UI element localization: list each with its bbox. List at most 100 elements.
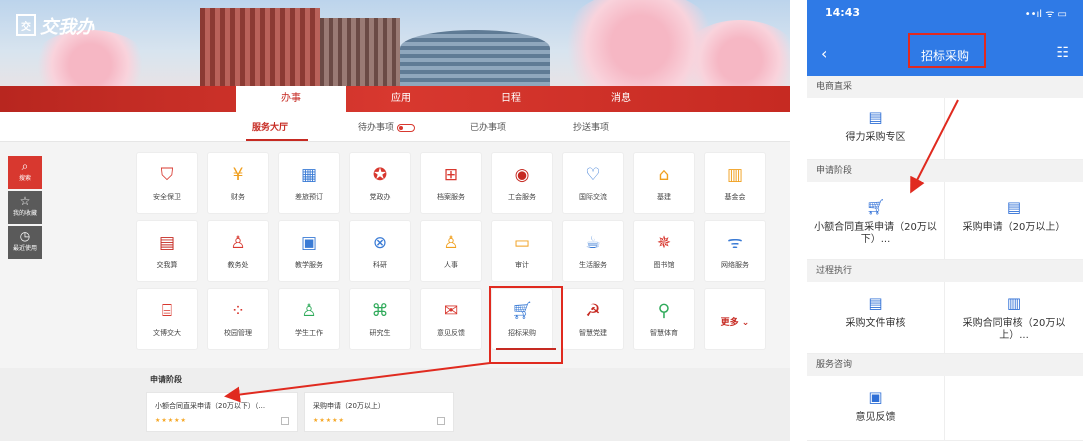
atom-icon: ⊗ [372,233,388,253]
tile-label: 校园管理 [224,329,252,337]
search-icon: ⌕ [21,159,29,173]
sidebar-search-button[interactable]: ⌕ 搜索 [8,156,42,189]
service-tile[interactable]: ☕ 生活服务 [562,220,624,282]
item-label: 采购合同审核（20万以上）... [962,318,1066,341]
tab-ban-shi[interactable]: 办事 [236,86,346,112]
card-procurement-request[interactable]: 采购申请（20万以上） ★★★★★ [304,392,454,432]
tile-label: 教务处 [227,261,249,269]
handshake-icon: ♡ [585,165,601,185]
more-button[interactable]: 更多 ⌄ [704,288,766,350]
tile-label: 学生工作 [295,329,323,337]
favorite-icon[interactable] [281,417,289,425]
tab-xiao-xi[interactable]: 消息 [566,86,676,112]
card-small-contract[interactable]: 小额合同直采申请（20万以下）（... ★★★★★ [146,392,298,432]
service-tile[interactable]: ᯤ 网络服务 [704,220,766,282]
mobile-screen: 14:43 ••ıl ᯤ ▭ ‹ 招标采购 ☷ 电商直采 ▤ 得力采购专区 申请… [807,0,1083,441]
tile-label: 工会服务 [508,193,536,201]
service-tile[interactable]: ⊞ 档案服务 [420,152,482,214]
service-tile[interactable]: ⛉ 安全保卫 [136,152,198,214]
section-header: 申请阶段 [807,160,1083,182]
tile-label: 安全保卫 [153,193,181,201]
service-tile[interactable]: ▦ 差旅预订 [278,152,340,214]
tab-ri-cheng[interactable]: 日程 [456,86,566,112]
sidebar-recent-button[interactable]: ◷ 最近使用 [8,226,42,259]
service-tile[interactable]: ♙ 人事 [420,220,482,282]
item-procurement-request[interactable]: ▤ 采购申请（20万以上） [945,182,1083,260]
tab-ying-yong[interactable]: 应用 [346,86,456,112]
item-label: 意见反馈 [855,412,896,423]
subtab-done[interactable]: 已办事项 [470,120,506,133]
service-tile[interactable]: ⁘ 校园管理 [207,288,269,350]
service-tile[interactable]: ⌂ 基建 [633,152,695,214]
service-tile[interactable]: ▥ 基金会 [704,152,766,214]
logo-icon: 交 [16,14,36,36]
service-tile[interactable]: ✪ 党政办 [349,152,411,214]
service-tile[interactable]: ⊗ 科研 [349,220,411,282]
grid-icon: ⁘ [230,301,246,321]
item-label: 得力采购专区 [845,132,906,143]
yen-icon: ¥ [232,165,244,185]
service-tile[interactable]: ▣ 教学服务 [278,220,340,282]
service-tile[interactable]: ⌘ 研究生 [349,288,411,350]
banner-building [400,30,550,86]
empty-cell [945,376,1083,441]
grid-menu-icon[interactable]: ☷ [1056,45,1069,61]
store-icon: ▤ [868,108,883,126]
graduation-cap-icon: ⌘ [371,301,389,321]
service-tile[interactable]: ▤ 交我算 [136,220,198,282]
tile-label: 网络服务 [721,261,749,269]
web-portal: 交 交我办 办事 应用 日程 消息 服务大厅 待办事项 已办事项 抄送事项 ⌕ … [0,0,790,441]
service-tile[interactable]: ◉ 工会服务 [491,152,553,214]
subtab-cc[interactable]: 抄送事项 [573,120,609,133]
item-deli-procurement[interactable]: ▤ 得力采购专区 [807,98,945,160]
clock-icon: ◷ [19,229,31,243]
teacher-icon: ♙ [230,233,246,253]
subtab-service-hall[interactable]: 服务大厅 [252,120,288,133]
sidebar-label: 我的收藏 [12,210,37,217]
banner-building [320,18,400,86]
logo-text: 交我办 [40,17,94,38]
book-icon: ▣ [300,233,318,253]
tile-label: 智慧体育 [650,329,678,337]
tile-label: 国际交流 [579,193,607,201]
item-feedback[interactable]: ▣ 意见反馈 [807,376,945,441]
calendar-icon: ▦ [300,165,318,185]
service-tile[interactable]: ¥ 财务 [207,152,269,214]
star-icon: ☆ [19,194,31,208]
sidebar-favorites-button[interactable]: ☆ 我的收藏 [8,191,42,224]
favorite-icon[interactable] [437,417,445,425]
service-tile[interactable]: ☭ 智慧党建 [562,288,624,350]
tile-label: 图书馆 [653,261,675,269]
tile-label: 基建 [657,193,671,201]
active-underline [246,139,308,141]
sub-nav: 服务大厅 待办事项 已办事项 抄送事项 [0,112,790,142]
item-label: 采购文件审核 [845,318,906,329]
tile-label: 科研 [373,261,387,269]
archive-icon: ⊞ [443,165,459,185]
item-contract-review[interactable]: ▥ 采购合同审核（20万以上）... [945,282,1083,354]
subtab-todo[interactable]: 待办事项 [358,120,416,133]
section-header: 电商直采 [807,76,1083,98]
tile-label: 党政办 [369,193,391,201]
item-small-contract[interactable]: 🛒︎ 小额合同直采申请（20万以下）... [807,182,945,260]
service-tile[interactable]: ♙ 教务处 [207,220,269,282]
service-tile[interactable]: ✵ 图书馆 [633,220,695,282]
service-tile[interactable]: ⚲ 智慧体育 [633,288,695,350]
card-label: 小额合同直采申请（20万以下）（... [155,402,266,410]
service-tile[interactable]: ⌸ 文博交大 [136,288,198,350]
more-text: 更多 [720,318,739,328]
tile-label: 交我算 [156,261,178,269]
party-emblem-icon: ☭ [585,301,601,321]
wifi-icon: ᯤ [727,233,743,253]
main-nav: 办事 应用 日程 消息 [0,86,790,112]
item-doc-review[interactable]: ▤ 采购文件审核 [807,282,945,354]
service-tile[interactable]: ♡ 国际交流 [562,152,624,214]
sidebar-label: 最近使用 [12,245,37,252]
service-tile[interactable]: ♙ 学生工作 [278,288,340,350]
service-tile[interactable]: ✉ 意见反馈 [420,288,482,350]
section-title: 申请阶段 [150,375,182,384]
tile-label: 基金会 [724,193,746,201]
section-header: 过程执行 [807,260,1083,282]
service-tile[interactable]: ▭ 审计 [491,220,553,282]
star-badge-icon: ✪ [372,165,388,185]
